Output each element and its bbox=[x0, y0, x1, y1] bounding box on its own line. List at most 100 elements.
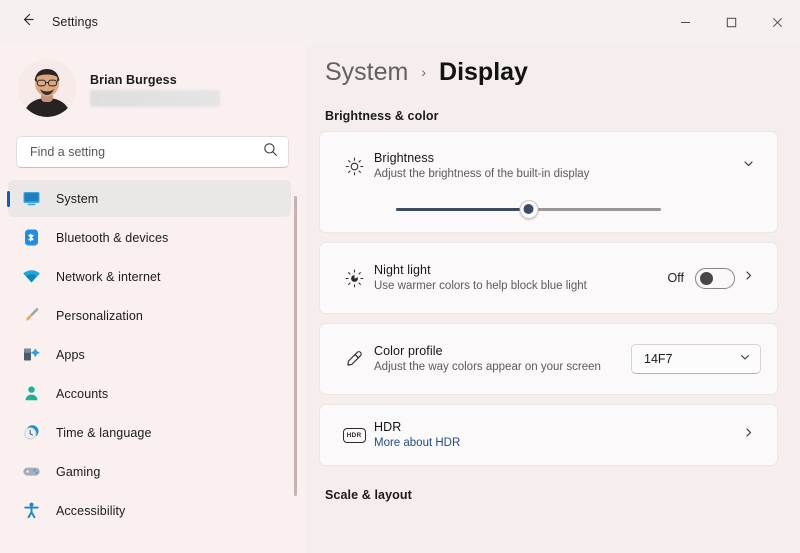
content-pane: System › Display Brightness & color bbox=[305, 44, 800, 553]
brightness-slider[interactable] bbox=[396, 200, 661, 218]
sidebar-scrollbar[interactable] bbox=[294, 196, 297, 496]
sidebar-item-label: Accessibility bbox=[56, 504, 125, 518]
minimize-icon bbox=[680, 17, 691, 28]
monitor-icon bbox=[18, 189, 44, 208]
profile-name: Brian Burgess bbox=[90, 73, 220, 87]
chevron-down-icon bbox=[739, 350, 751, 368]
search-box[interactable] bbox=[16, 136, 289, 168]
card-brightness[interactable]: Brightness Adjust the brightness of the … bbox=[319, 131, 778, 233]
hdr-text: HDR More about HDR bbox=[374, 420, 735, 450]
window-title: Settings bbox=[52, 15, 98, 29]
avatar-photo bbox=[18, 59, 76, 117]
wifi-icon bbox=[18, 267, 44, 286]
sidebar-item-network-internet[interactable]: Network & internet bbox=[8, 258, 291, 295]
sidebar-item-label: Network & internet bbox=[56, 270, 161, 284]
sidebar-item-label: Bluetooth & devices bbox=[56, 231, 168, 245]
sidebar-item-accounts[interactable]: Accounts bbox=[8, 375, 291, 412]
caption-buttons bbox=[662, 0, 800, 44]
sidebar-item-gaming[interactable]: Gaming bbox=[8, 453, 291, 490]
close-icon bbox=[772, 17, 783, 28]
profile-text: Brian Burgess bbox=[90, 73, 220, 107]
sidebar-item-accessibility[interactable]: Accessibility bbox=[8, 492, 291, 529]
bluetooth-icon bbox=[18, 228, 44, 247]
night-light-text: Night light Use warmer colors to help bl… bbox=[374, 263, 668, 293]
toggle-state-label: Off bbox=[668, 271, 684, 285]
chevron-down-icon bbox=[742, 157, 755, 175]
sidebar-item-label: Personalization bbox=[56, 309, 143, 323]
breadcrumb-parent[interactable]: System bbox=[325, 58, 408, 87]
color-profile-dropdown[interactable]: 14F7 bbox=[631, 344, 761, 374]
sidebar-item-label: Accounts bbox=[56, 387, 108, 401]
dropdown-value: 14F7 bbox=[644, 352, 739, 366]
card-title: Night light bbox=[374, 263, 668, 277]
search-wrapper bbox=[0, 122, 305, 168]
brightness-expand-button[interactable] bbox=[735, 153, 761, 179]
sidebar-nav: System Bluetooth & devices bbox=[0, 180, 305, 553]
card-title: Brightness bbox=[374, 151, 735, 165]
search-icon bbox=[263, 142, 278, 162]
breadcrumb: System › Display bbox=[319, 44, 778, 87]
maximize-button[interactable] bbox=[708, 0, 754, 44]
color-profile-text: Color profile Adjust the way colors appe… bbox=[374, 344, 631, 374]
brightness-inner: Brightness Adjust the brightness of the … bbox=[334, 132, 761, 232]
clock-icon bbox=[18, 423, 44, 442]
eyedropper-icon bbox=[334, 349, 374, 370]
sidebar-item-apps[interactable]: Apps bbox=[8, 336, 291, 373]
search-input[interactable] bbox=[30, 145, 263, 159]
section-brightness-color: Brightness & color bbox=[325, 109, 778, 123]
close-button[interactable] bbox=[754, 0, 800, 44]
brightness-slider-row bbox=[334, 200, 761, 232]
brightness-icon bbox=[334, 156, 374, 177]
hdr-icon: HDR bbox=[334, 428, 374, 443]
accessibility-icon bbox=[18, 501, 44, 520]
card-night-light[interactable]: Night light Use warmer colors to help bl… bbox=[319, 242, 778, 314]
gamepad-icon bbox=[18, 462, 44, 481]
toggle-knob bbox=[700, 272, 713, 285]
person-icon bbox=[18, 384, 44, 403]
sidebar-item-label: Apps bbox=[56, 348, 85, 362]
back-button[interactable] bbox=[10, 7, 44, 37]
minimize-button[interactable] bbox=[662, 0, 708, 44]
sidebar-item-bluetooth-devices[interactable]: Bluetooth & devices bbox=[8, 219, 291, 256]
sidebar-item-personalization[interactable]: Personalization bbox=[8, 297, 291, 334]
sidebar: Brian Burgess bbox=[0, 44, 305, 553]
arrow-left-icon bbox=[19, 11, 36, 33]
card-subtitle-link[interactable]: More about HDR bbox=[374, 436, 644, 450]
card-title: Color profile bbox=[374, 344, 631, 358]
hdr-badge-text: HDR bbox=[343, 428, 366, 443]
slider-thumb[interactable] bbox=[519, 200, 538, 219]
night-light-toggle[interactable] bbox=[695, 268, 735, 289]
brightness-text: Brightness Adjust the brightness of the … bbox=[374, 151, 735, 181]
sidebar-item-label: Time & language bbox=[56, 426, 152, 440]
night-light-icon bbox=[334, 268, 374, 289]
card-title: HDR bbox=[374, 420, 735, 434]
card-subtitle: Adjust the way colors appear on your scr… bbox=[374, 360, 631, 374]
chevron-right-icon: › bbox=[421, 64, 426, 80]
sidebar-item-label: Gaming bbox=[56, 465, 100, 479]
window-body: Brian Burgess bbox=[0, 44, 800, 553]
night-light-navigate-button[interactable] bbox=[735, 265, 761, 291]
card-subtitle: Use warmer colors to help block blue lig… bbox=[374, 279, 644, 293]
profile-email-redacted bbox=[90, 90, 220, 107]
card-color-profile[interactable]: Color profile Adjust the way colors appe… bbox=[319, 323, 778, 395]
night-light-toggle-group: Off bbox=[668, 268, 735, 289]
chevron-right-icon bbox=[742, 269, 755, 287]
apps-icon bbox=[18, 345, 44, 364]
user-profile[interactable]: Brian Burgess bbox=[0, 48, 305, 122]
card-hdr[interactable]: HDR HDR More about HDR bbox=[319, 404, 778, 466]
settings-window: Settings bbox=[0, 0, 800, 553]
chevron-right-icon bbox=[742, 426, 755, 444]
card-subtitle: Adjust the brightness of the built-in di… bbox=[374, 167, 644, 181]
section-scale-layout: Scale & layout bbox=[325, 488, 778, 502]
hdr-navigate-button[interactable] bbox=[735, 422, 761, 448]
sidebar-item-label: System bbox=[56, 192, 98, 206]
sidebar-item-system[interactable]: System bbox=[8, 180, 291, 217]
sidebar-item-time-language[interactable]: Time & language bbox=[8, 414, 291, 451]
avatar bbox=[18, 59, 76, 117]
title-bar: Settings bbox=[0, 0, 800, 44]
maximize-icon bbox=[726, 17, 737, 28]
page-title: Display bbox=[439, 58, 528, 87]
paintbrush-icon bbox=[18, 306, 44, 325]
brightness-top-row: Brightness Adjust the brightness of the … bbox=[334, 132, 761, 200]
slider-fill bbox=[396, 208, 529, 211]
